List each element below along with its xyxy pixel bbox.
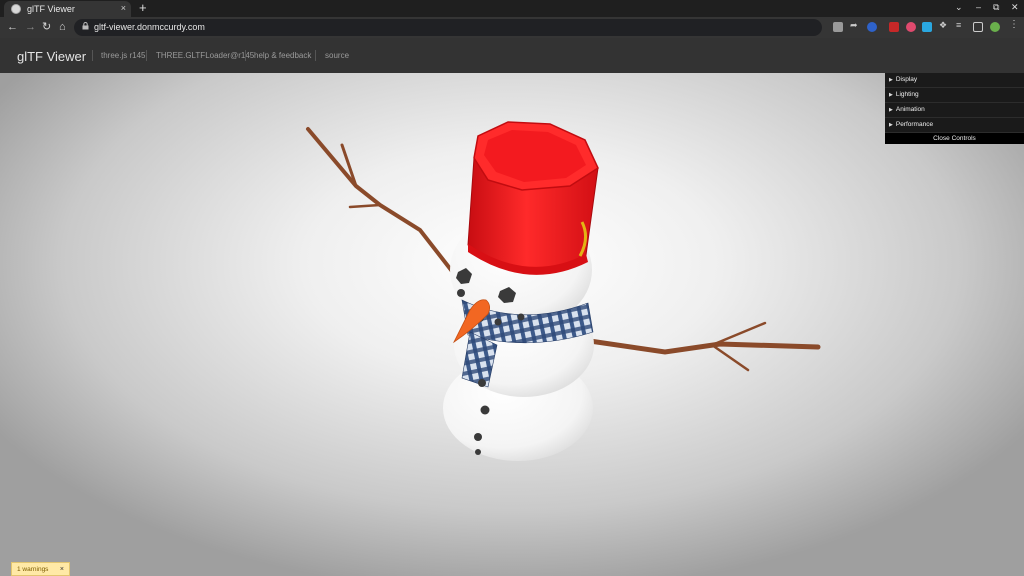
- 3d-viewport[interactable]: [0, 73, 1024, 576]
- app-header: glTF Viewer three.js r145 THREE.GLTFLoad…: [0, 38, 1024, 73]
- side-panel-icon[interactable]: [973, 22, 983, 32]
- menu-icon[interactable]: ⋮: [1009, 19, 1019, 30]
- browser-tabstrip: glTF Viewer × + ⌄ – ⧉ ✕: [0, 0, 1024, 17]
- avatar[interactable]: [990, 22, 1000, 32]
- forward-icon[interactable]: →: [25, 20, 36, 34]
- left-arm-branch: [306, 127, 457, 277]
- warnings-label: 1 warnings: [17, 566, 49, 573]
- extension-icon[interactable]: [889, 22, 899, 32]
- home-icon[interactable]: ⌂: [59, 20, 66, 34]
- link-threejs[interactable]: three.js r145: [101, 51, 145, 60]
- extension-icon[interactable]: [922, 22, 932, 32]
- favicon-icon: [11, 4, 21, 14]
- lock-icon: [82, 22, 89, 30]
- right-arm-branch: [580, 321, 821, 372]
- link-gltfloader[interactable]: THREE.GLTFLoader@r145: [156, 51, 254, 60]
- tab-close-icon[interactable]: ×: [121, 3, 126, 13]
- bookmark-star-icon[interactable]: [867, 22, 877, 32]
- tab-search-icon[interactable]: ⌄: [955, 2, 963, 13]
- browser-tab[interactable]: glTF Viewer ×: [4, 1, 131, 17]
- divider: [315, 50, 316, 61]
- translate-icon[interactable]: [833, 22, 843, 32]
- folder-display[interactable]: ▶ Display: [885, 73, 1024, 88]
- link-help-feedback[interactable]: help & feedback: [254, 51, 311, 60]
- new-tab-button[interactable]: +: [139, 1, 147, 15]
- address-bar[interactable]: gltf-viewer.donmccurdy.com: [74, 19, 822, 36]
- puzzle-icon[interactable]: ❖: [939, 20, 949, 30]
- reload-icon[interactable]: ↻: [42, 20, 51, 34]
- controls-panel: ▶ Display ▶ Lighting ▶ Animation ▶ Performan…: [885, 73, 1024, 144]
- reading-list-icon[interactable]: ≡: [956, 20, 966, 30]
- browser-toolbar: ← → ↻ ⌂ gltf-viewer.donmccurdy.com ➦ ❖ ≡…: [0, 17, 1024, 38]
- restore-icon[interactable]: ⧉: [993, 2, 999, 13]
- share-icon[interactable]: ➦: [850, 20, 860, 30]
- snowman-model[interactable]: [0, 73, 1024, 576]
- url-text: gltf-viewer.donmccurdy.com: [94, 22, 205, 32]
- divider: [245, 50, 246, 61]
- caret-right-icon: ▶: [889, 77, 893, 83]
- folder-animation[interactable]: ▶ Animation: [885, 103, 1024, 118]
- caret-right-icon: ▶: [889, 92, 893, 98]
- folder-label: Lighting: [895, 91, 919, 98]
- window-close-icon[interactable]: ✕: [1011, 2, 1019, 13]
- back-icon[interactable]: ←: [7, 20, 18, 34]
- caret-right-icon: ▶: [889, 107, 893, 113]
- folder-performance[interactable]: ▶ Performance: [885, 118, 1024, 133]
- caret-right-icon: ▶: [889, 122, 893, 128]
- link-source[interactable]: source: [325, 51, 349, 60]
- red-bucket-hat: [467, 121, 599, 275]
- close-controls-button[interactable]: Close Controls: [885, 133, 1024, 144]
- pocket-icon[interactable]: [906, 22, 916, 32]
- minimize-icon[interactable]: –: [976, 2, 981, 12]
- divider: [146, 50, 147, 61]
- close-icon[interactable]: ×: [60, 563, 64, 576]
- page-title: glTF Viewer: [17, 49, 87, 64]
- folder-label: Performance: [895, 121, 934, 128]
- folder-label: Animation: [895, 106, 925, 113]
- folder-label: Display: [895, 76, 918, 83]
- divider: [92, 50, 93, 61]
- folder-lighting[interactable]: ▶ Lighting: [885, 88, 1024, 103]
- tab-title: glTF Viewer: [27, 4, 75, 14]
- warnings-badge[interactable]: 1 warnings ×: [11, 562, 70, 576]
